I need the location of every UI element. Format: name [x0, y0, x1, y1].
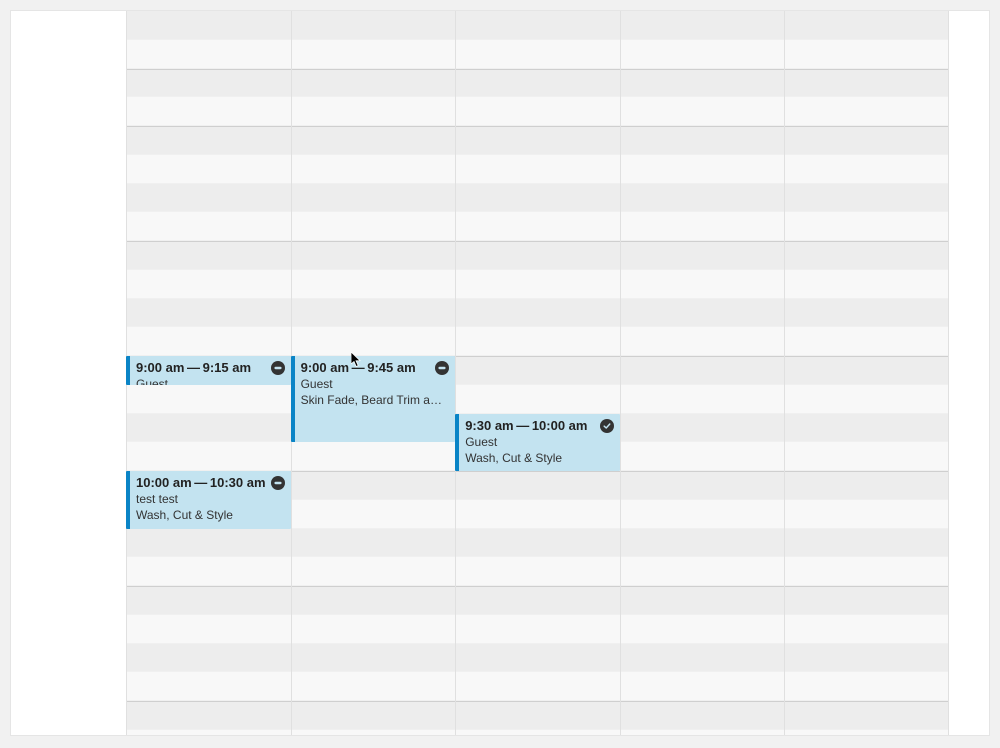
event-service: Wash, Cut & Style	[136, 508, 283, 522]
calendar-event[interactable]: 9:00 am — 9:15 am Guest	[126, 356, 291, 385]
event-client: Guest	[301, 377, 448, 391]
time-slot[interactable]	[11, 385, 989, 414]
event-time: 9:00 am — 9:45 am	[301, 360, 448, 375]
calendar-frame: 7:00 am8:00 am9:00 am10:00 am11:00 am12:…	[10, 10, 990, 736]
time-slot[interactable]	[11, 241, 989, 270]
time-slot[interactable]	[11, 299, 989, 328]
event-client: test test	[136, 492, 283, 506]
time-slot[interactable]	[11, 184, 989, 213]
status-check-icon	[600, 419, 614, 433]
status-minus-icon	[271, 361, 285, 375]
time-column	[11, 10, 126, 735]
time-slot[interactable]	[11, 270, 989, 299]
time-slot[interactable]	[11, 701, 989, 730]
time-slot[interactable]	[11, 97, 989, 126]
column-divider	[620, 10, 621, 735]
event-time: 10:00 am — 10:30 am	[136, 475, 283, 490]
calendar-event[interactable]: 9:30 am — 10:00 am Guest Wash, Cut & Style	[455, 414, 620, 472]
time-slot[interactable]	[11, 730, 989, 736]
time-slot[interactable]	[11, 11, 989, 40]
event-service: Wash, Cut & Style	[465, 451, 612, 465]
time-slot[interactable]	[11, 69, 989, 98]
event-time: 9:30 am — 10:00 am	[465, 418, 612, 433]
time-slot[interactable]	[11, 615, 989, 644]
column-divider	[784, 10, 785, 735]
time-slot[interactable]	[11, 155, 989, 184]
calendar-event[interactable]: 9:00 am — 9:45 am Guest Skin Fade, Beard T…	[291, 356, 456, 442]
event-service: Skin Fade, Beard Trim and Shape Up	[301, 393, 448, 407]
time-slot[interactable]	[11, 40, 989, 69]
event-client: Guest	[136, 377, 283, 385]
time-slot[interactable]	[11, 586, 989, 615]
calendar-grid[interactable]: 7:00 am8:00 am9:00 am10:00 am11:00 am12:…	[11, 11, 989, 735]
time-slot[interactable]	[11, 557, 989, 586]
column-divider	[455, 10, 456, 735]
status-minus-icon	[271, 476, 285, 490]
time-slot[interactable]	[11, 672, 989, 701]
right-gutter	[948, 10, 989, 735]
time-slot[interactable]	[11, 644, 989, 673]
time-slot[interactable]	[11, 327, 989, 356]
calendar-event[interactable]: 10:00 am — 10:30 am test test Wash, Cut & …	[126, 471, 291, 529]
time-slot[interactable]	[11, 529, 989, 558]
event-client: Guest	[465, 435, 612, 449]
time-slot[interactable]	[11, 212, 989, 241]
time-slot[interactable]	[11, 126, 989, 155]
event-time: 9:00 am — 9:15 am	[136, 360, 283, 375]
